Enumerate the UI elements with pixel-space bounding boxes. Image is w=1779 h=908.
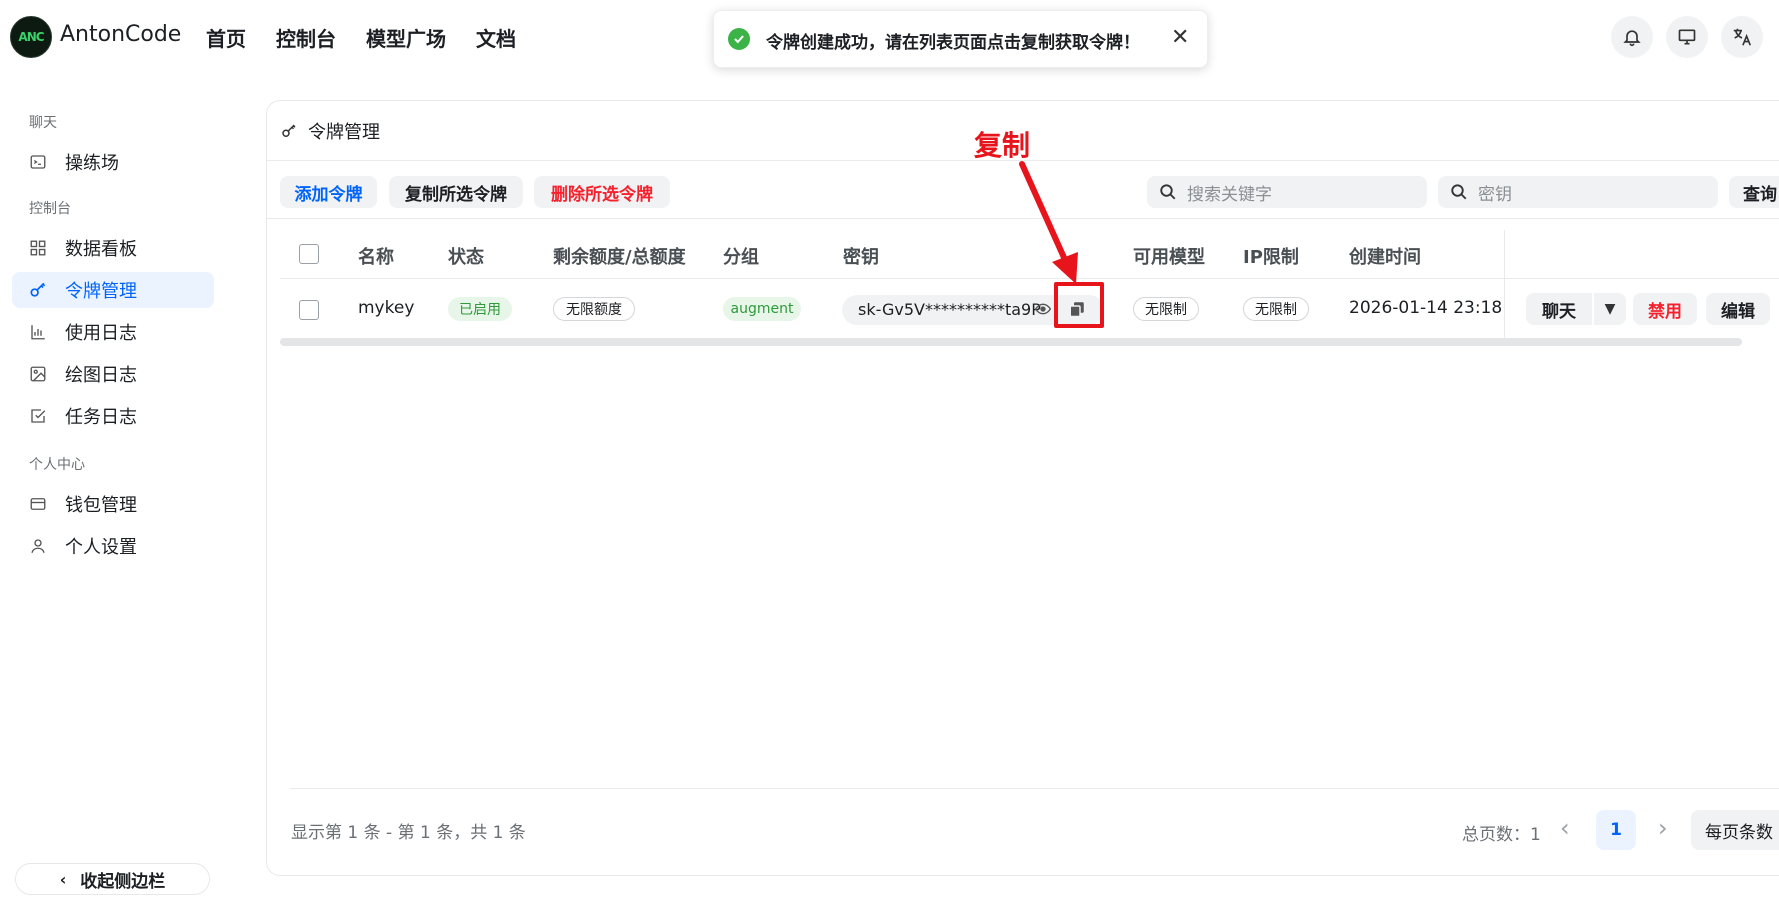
annotation-arrow bbox=[1019, 161, 1078, 284]
annotation-highlight-box bbox=[1054, 282, 1104, 328]
